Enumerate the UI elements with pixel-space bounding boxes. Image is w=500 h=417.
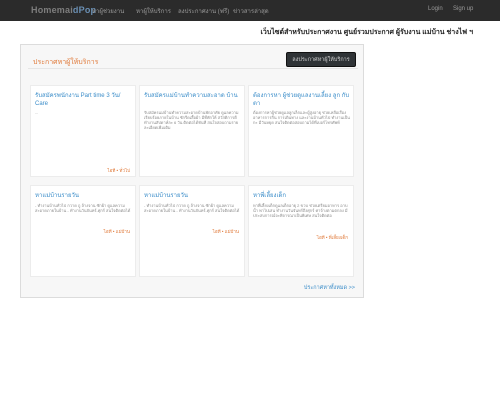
brand-main: Homemai [31, 5, 73, 15]
listing-card[interactable]: รับสมัครแม่บ้านทำความสะอาด บ้าน รับสมัคร… [139, 85, 245, 196]
page-headline: เว็บไซต์สำหรับประกาศงาน ศูนย์รวมประกาศ ผ… [260, 29, 473, 36]
signup-link[interactable]: Sign up [453, 6, 473, 12]
listing-panel: ประกาศหาผู้ให้บริการ ลงประกาศหาผู้ให้บริ… [20, 44, 364, 298]
listing-card[interactable]: หาแม่บ้านรายวัน - ทำงานบ้านทั่วไป กวาด ถ… [139, 185, 245, 277]
card-category-tag[interactable]: ไอที • แม่บ้าน [104, 228, 130, 235]
panel-title: ประกาศหาผู้ให้บริการ [33, 59, 99, 66]
listing-card[interactable]: หาแม่บ้านรายวัน - ทำงานบ้านทั่วไป กวาด ถ… [30, 185, 136, 277]
card-title[interactable]: รับสมัครพนักงาน Part time 3 วัน/ Care [35, 92, 133, 108]
listing-card[interactable]: ต้องการหา ผู้ช่วยดูแลงานเลี้ยง ลูก กับ ต… [248, 85, 354, 196]
card-category-tag[interactable]: ไอที • ทั่วไป [107, 167, 130, 174]
top-navbar: HomemaidPop หาผู้ช่วยงาน หาผู้ให้บริการ … [0, 0, 500, 21]
post-listing-button[interactable]: ลงประกาศหาผู้ให้บริการ [286, 52, 356, 67]
card-description: ... [35, 110, 39, 115]
card-description: - ทำงานบ้านทั่วไป กวาด ถู ล้างจาน ซักผ้า… [35, 203, 131, 213]
card-description: หาพี่เลี้ยงเด็กดูแลเด็กอายุ 2 ขวบ ช่วยเต… [253, 203, 348, 218]
nav-item-post-job[interactable]: ลงประกาศงาน (ฟรี) [178, 6, 229, 16]
nav-item-find-helper[interactable]: หาผู้ช่วยงาน [92, 6, 124, 16]
card-description: รับสมัครแม่บ้านทำความสะอาดบ้านพักอาศัย ด… [144, 110, 239, 130]
nav-item-news[interactable]: ข่าวสารล่าสุด [233, 6, 269, 16]
card-title[interactable]: หาแม่บ้านรายวัน [144, 192, 242, 200]
card-title[interactable]: ต้องการหา ผู้ช่วยดูแลงานเลี้ยง ลูก กับ ต… [253, 92, 351, 108]
nav-item-find-provider[interactable]: หาผู้ให้บริการ [136, 6, 171, 16]
listing-card[interactable]: หาพี่เลี้ยงเด็ก หาพี่เลี้ยงเด็กดูแลเด็กอ… [248, 185, 354, 277]
card-description: - ทำงานบ้านทั่วไป กวาด ถู ล้างจาน ซักผ้า… [144, 203, 240, 213]
card-category-tag[interactable]: ไอที • แม่บ้าน [213, 228, 239, 235]
login-link[interactable]: Login [428, 6, 443, 12]
panel-header: ประกาศหาผู้ให้บริการ ลงประกาศหาผู้ให้บริ… [28, 51, 358, 69]
card-title[interactable]: หาพี่เลี้ยงเด็ก [253, 192, 351, 200]
card-description: ต้องการหาผู้ช่วยดูแลลูกเล็กและผู้สูงอายุ… [253, 110, 350, 125]
listing-card[interactable]: รับสมัครพนักงาน Part time 3 วัน/ Care ..… [30, 85, 136, 177]
card-category-tag[interactable]: ไอที • พี่เลี้ยงเด็ก [317, 234, 348, 241]
view-all-link[interactable]: ประกาศหาทั้งหมด >> [304, 284, 355, 292]
card-title[interactable]: หาแม่บ้านรายวัน [35, 192, 133, 200]
card-title[interactable]: รับสมัครแม่บ้านทำความสะอาด บ้าน [144, 92, 242, 100]
brand-logo[interactable]: HomemaidPop [31, 5, 96, 15]
